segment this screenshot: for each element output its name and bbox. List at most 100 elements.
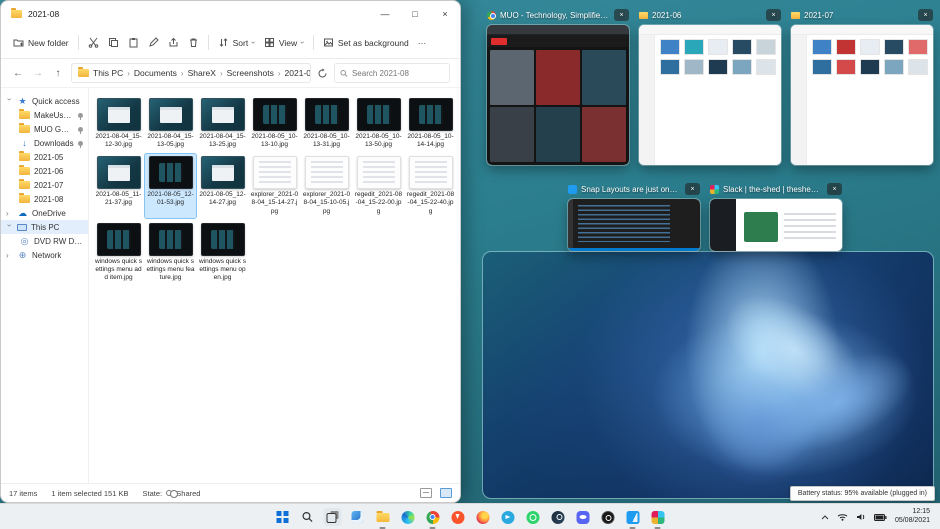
file-item[interactable]: 2021-08-05_12-01-53.jpg <box>144 153 197 219</box>
taskview-window-vscode[interactable]: Snap Layouts are just one of... × <box>567 182 701 252</box>
close-window-button[interactable]: × <box>685 183 700 195</box>
more-options-button[interactable]: ··· <box>418 38 427 48</box>
taskview-window-explorer-2021-07[interactable]: 2021-07 × <box>790 8 934 166</box>
sidebar-item-quick-access[interactable]: › ★ Quick access <box>1 94 88 108</box>
chevron-right-icon[interactable]: › <box>6 251 13 260</box>
search-input[interactable] <box>351 68 444 78</box>
file-item[interactable]: windows quick settings menu add item.jpg <box>93 221 144 284</box>
sort-button[interactable]: Sort › <box>218 37 258 48</box>
taskbar-chrome[interactable] <box>424 508 442 529</box>
sidebar-item-2021-05[interactable]: 2021-05 <box>1 150 88 164</box>
battery-tray-button[interactable] <box>873 513 887 521</box>
file-item[interactable]: 2021-08-04_15-13-05.jpg <box>145 96 196 151</box>
sidebar-item-2021-06[interactable]: 2021-06 <box>1 164 88 178</box>
sidebar-item-2021-08[interactable]: 2021-08 <box>1 192 88 206</box>
taskbar-discord[interactable] <box>574 508 592 526</box>
taskview-window-thumbnail[interactable] <box>638 24 782 166</box>
taskbar-slack[interactable] <box>649 508 667 529</box>
search-button[interactable] <box>299 508 317 526</box>
breadcrumb-item[interactable]: Screenshots <box>225 68 276 78</box>
copy-button[interactable] <box>108 37 119 48</box>
file-item[interactable]: 2021-08-05_10-13-50.jpg <box>353 96 404 151</box>
close-window-button[interactable]: × <box>827 183 842 195</box>
up-button[interactable]: ↑ <box>51 68 65 79</box>
taskbar-telegram[interactable] <box>499 508 517 526</box>
sidebar-item-network[interactable]: › ⊕ Network <box>1 248 88 262</box>
file-item[interactable]: 2021-08-04_15-13-25.jpg <box>197 96 248 151</box>
hidden-icons-button[interactable] <box>821 514 829 520</box>
task-view-button[interactable] <box>323 508 342 526</box>
maximize-button[interactable]: □ <box>400 1 430 27</box>
taskbar-clock[interactable]: 12:15 05/08/2021 <box>895 508 930 526</box>
breadcrumb-item[interactable]: Documents <box>132 68 179 78</box>
network-tray-button[interactable] <box>837 513 848 521</box>
file-item[interactable]: regedit_2021-08-04_15-22-00.jpg <box>353 154 404 217</box>
details-view-button[interactable] <box>420 488 432 498</box>
file-item[interactable]: 2021-08-05_10-13-10.jpg <box>249 96 300 151</box>
forward-button[interactable]: → <box>31 68 45 79</box>
sidebar-item-onedrive[interactable]: › ☁ OneDrive <box>1 206 88 220</box>
taskview-window-thumbnail[interactable] <box>486 24 630 166</box>
file-item[interactable]: explorer_2021-08-04_15-10-05.jpg <box>301 154 352 217</box>
back-button[interactable]: ← <box>11 68 25 79</box>
file-item[interactable]: 2021-08-04_15-12-30.jpg <box>93 96 144 151</box>
title-bar[interactable]: 2021-08 — □ × <box>1 1 460 27</box>
file-item[interactable]: windows quick settings menu feature.jpg <box>145 221 196 284</box>
taskbar-file-explorer[interactable] <box>374 508 392 529</box>
close-window-button[interactable]: × <box>614 9 629 21</box>
taskbar-whatsapp[interactable] <box>524 508 542 526</box>
chevron-right-icon[interactable]: › <box>6 209 13 218</box>
sidebar-item-label: MUO GD Screen <box>34 124 74 134</box>
breadcrumb[interactable]: This PC › Documents › ShareX › Screensho… <box>71 63 311 83</box>
breadcrumb-item[interactable]: This PC <box>91 68 125 78</box>
taskbar-edge[interactable] <box>399 508 417 526</box>
large-icons-view-button[interactable] <box>440 488 452 498</box>
rename-button[interactable] <box>148 37 159 48</box>
start-button[interactable] <box>274 508 292 526</box>
minimize-button[interactable]: — <box>370 1 400 27</box>
file-item[interactable]: 2021-08-05_12-14-27.jpg <box>197 154 248 217</box>
close-window-button[interactable]: × <box>918 9 933 21</box>
sidebar-item-dvd-drive[interactable]: ◎ DVD RW Drive (D:) A <box>1 234 88 248</box>
sidebar-item-muo-gd-screen[interactable]: MUO GD Screen <box>1 122 88 136</box>
desktop[interactable] <box>482 251 934 499</box>
file-item[interactable]: 2021-08-05_11-21-37.jpg <box>93 154 144 217</box>
close-button[interactable]: × <box>430 1 460 27</box>
file-item[interactable]: explorer_2021-08-04_15-14-27.jpg <box>249 154 300 217</box>
cut-button[interactable] <box>88 37 99 48</box>
taskbar-obs[interactable] <box>599 508 617 526</box>
new-folder-button[interactable]: New folder <box>13 37 69 48</box>
taskview-window-slack[interactable]: Slack | the-shed | theshed place × <box>709 182 843 252</box>
taskview-window-thumbnail[interactable] <box>709 198 843 252</box>
close-window-button[interactable]: × <box>766 9 781 21</box>
chevron-down-icon[interactable]: › <box>5 98 14 105</box>
file-item[interactable]: regedit_2021-08-04_15-22-40.jpg <box>405 154 456 217</box>
sidebar-item-downloads[interactable]: ↓ Downloads <box>1 136 88 150</box>
sidebar-item-makeuseof[interactable]: MakeUseOf <box>1 108 88 122</box>
paste-button[interactable] <box>128 37 139 48</box>
delete-button[interactable] <box>188 37 199 48</box>
taskview-window-explorer-2021-06[interactable]: 2021-06 × <box>638 8 782 166</box>
taskview-window-chrome-muo[interactable]: MUO - Technology, Simplified. - Goog... … <box>486 8 630 166</box>
refresh-button[interactable] <box>317 68 328 79</box>
taskview-window-thumbnail[interactable] <box>567 198 701 252</box>
file-item[interactable]: windows quick settings menu open.jpg <box>197 221 248 284</box>
share-button[interactable] <box>168 37 179 48</box>
taskbar-brave[interactable] <box>449 508 467 526</box>
widgets-button[interactable] <box>349 508 367 526</box>
taskbar-steam[interactable] <box>549 508 567 526</box>
set-as-background-button[interactable]: Set as background <box>323 37 409 48</box>
taskbar-vscode[interactable] <box>624 508 642 529</box>
volume-tray-button[interactable] <box>856 513 866 521</box>
sidebar-item-2021-07[interactable]: 2021-07 <box>1 178 88 192</box>
file-item[interactable]: 2021-08-05_10-13-31.jpg <box>301 96 352 151</box>
taskbar-firefox[interactable] <box>474 508 492 526</box>
sidebar-item-this-pc[interactable]: › This PC <box>1 220 88 234</box>
view-button[interactable]: View › <box>264 37 307 48</box>
chevron-down-icon[interactable]: › <box>5 224 14 231</box>
taskview-window-thumbnail[interactable] <box>790 24 934 166</box>
breadcrumb-item[interactable]: ShareX <box>186 68 218 78</box>
file-item[interactable]: 2021-08-05_10-14-14.jpg <box>405 96 456 151</box>
breadcrumb-item[interactable]: 2021-08 <box>283 68 310 78</box>
search-box[interactable] <box>334 63 450 83</box>
